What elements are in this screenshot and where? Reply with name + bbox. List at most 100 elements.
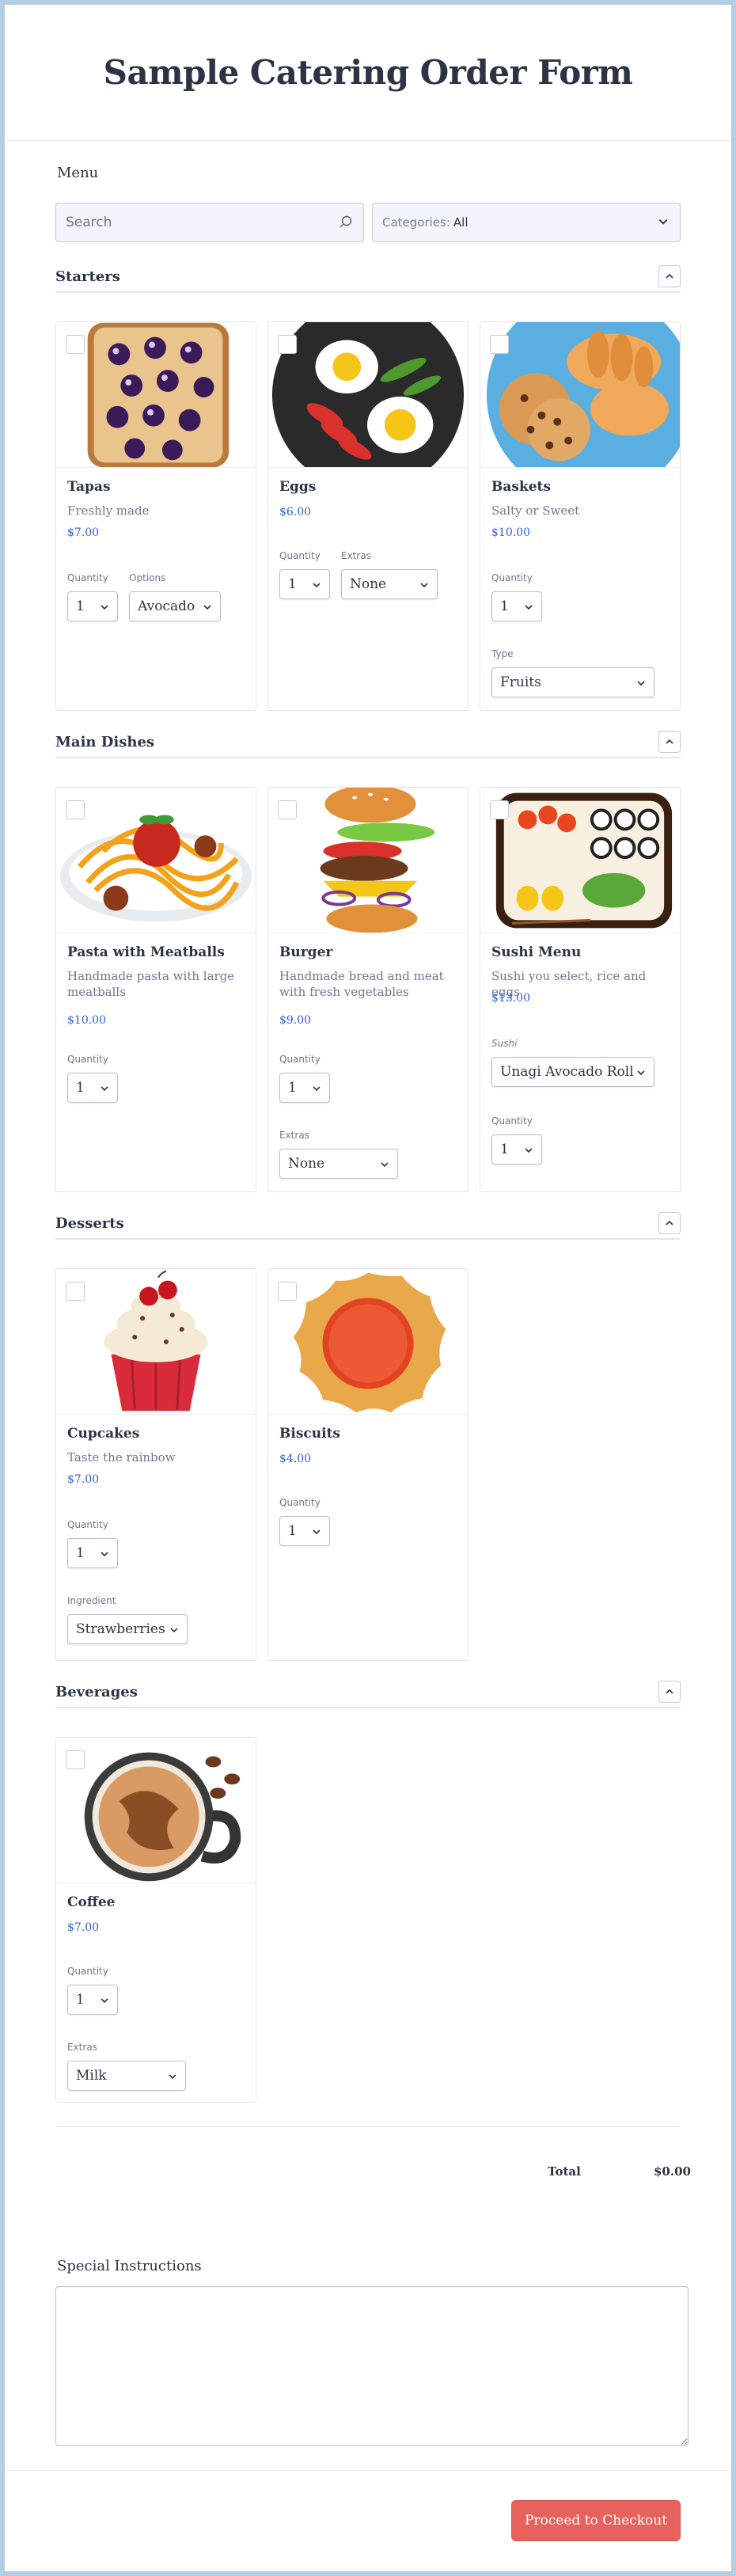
product-card-pasta[interactable]: Pasta with Meatballs Handmade pasta with… [55, 787, 256, 1192]
quantity-label: Quantity [67, 572, 108, 583]
product-price: $10.00 [491, 526, 530, 539]
sushi-image [480, 788, 680, 933]
section-desserts: Desserts [55, 1208, 681, 1240]
chevron-down-icon [380, 1160, 389, 1169]
collapse-button[interactable] [658, 731, 681, 753]
quantity-select[interactable]: 1 [67, 1073, 118, 1103]
chevron-down-icon [100, 1996, 109, 2005]
special-instructions-input[interactable] [55, 2286, 689, 2446]
search-input[interactable] [66, 215, 338, 230]
menu-label: Menu [57, 165, 99, 181]
footer-divider [5, 2470, 731, 2471]
section-starters: Starters [55, 261, 681, 293]
select-checkbox[interactable] [66, 335, 85, 354]
product-name: Biscuits [279, 1426, 340, 1442]
extras-select[interactable]: None [341, 569, 438, 599]
chevron-down-icon [524, 1146, 533, 1155]
select-checkbox[interactable] [66, 800, 85, 819]
quantity-value: 1 [76, 1992, 85, 2008]
ingredient-label: Ingredient [67, 1595, 116, 1606]
select-checkbox[interactable] [66, 1750, 85, 1769]
sushi-select[interactable]: Unagi Avocado Roll [491, 1057, 654, 1087]
extras-select[interactable]: Milk [67, 2061, 186, 2091]
proceed-to-checkout-button[interactable]: Proceed to Checkout [511, 2500, 681, 2541]
quantity-select[interactable]: 1 [67, 591, 118, 621]
product-card-coffee[interactable]: Coffee $7.00 Quantity 1 Extras Milk [55, 1737, 256, 2103]
product-price: $6.00 [279, 506, 312, 519]
type-select[interactable]: Fruits [491, 667, 654, 697]
chevron-down-icon [636, 1068, 646, 1077]
quantity-label: Quantity [491, 1115, 533, 1127]
type-value: Fruits [500, 674, 541, 690]
quantity-value: 1 [76, 1080, 85, 1096]
chevron-down-icon [100, 602, 109, 612]
product-card-baskets[interactable]: Baskets Salty or Sweet $10.00 Quantity 1… [480, 321, 681, 711]
product-name: Baskets [491, 479, 551, 495]
quantity-select[interactable]: 1 [279, 569, 330, 599]
select-checkbox[interactable] [490, 800, 509, 819]
product-price: $9.00 [279, 1014, 312, 1027]
select-checkbox[interactable] [278, 1282, 297, 1301]
quantity-select[interactable]: 1 [279, 1516, 330, 1546]
quantity-select[interactable]: 1 [491, 1134, 542, 1165]
type-label: Type [491, 648, 514, 659]
chevron-down-icon [100, 1084, 109, 1093]
select-checkbox[interactable] [490, 335, 509, 354]
select-checkbox[interactable] [278, 335, 297, 354]
tapas-image [56, 322, 256, 468]
quantity-value: 1 [76, 598, 85, 614]
product-card-burger[interactable]: Burger Handmade bread and meat with fres… [267, 787, 469, 1192]
chevron-up-icon [665, 1218, 674, 1228]
chevron-down-icon [100, 1549, 109, 1559]
options-label: Options [129, 572, 166, 583]
section-main-dishes: Main Dishes [55, 727, 681, 758]
extras-label: Extras [67, 2042, 97, 2053]
product-name: Cupcakes [67, 1426, 140, 1442]
select-checkbox[interactable] [66, 1282, 85, 1301]
section-title: Starters [55, 268, 120, 285]
form-header: Sample Catering Order Form [5, 5, 731, 141]
extras-label: Extras [341, 550, 371, 561]
quantity-label: Quantity [279, 1054, 321, 1065]
categories-dropdown[interactable]: Categories: All [372, 203, 681, 242]
pasta-image [56, 788, 256, 933]
quantity-select[interactable]: 1 [67, 1985, 118, 2015]
sushi-label: Sushi [491, 1038, 518, 1049]
search-box[interactable] [55, 203, 364, 242]
quantity-value: 1 [500, 1142, 509, 1157]
product-card-eggs[interactable]: Eggs $6.00 Quantity 1 Extras None [267, 321, 469, 711]
product-card-cupcakes[interactable]: Cupcakes Taste the rainbow $7.00 Quantit… [55, 1268, 256, 1661]
quantity-value: 1 [288, 576, 297, 592]
collapse-button[interactable] [658, 265, 681, 287]
quantity-select[interactable]: 1 [491, 591, 542, 621]
categories-label: Categories: [382, 215, 450, 230]
collapse-button[interactable] [658, 1681, 681, 1703]
product-name: Sushi Menu [491, 944, 582, 960]
chevron-down-icon [636, 678, 646, 688]
select-checkbox[interactable] [278, 800, 297, 819]
quantity-select[interactable]: 1 [279, 1073, 330, 1103]
chevron-up-icon [665, 272, 674, 281]
product-card-sushi[interactable]: Sushi Menu Sushi you select, rice and eg… [480, 787, 681, 1192]
biscuits-image [268, 1269, 468, 1415]
options-select[interactable]: Avocado [129, 591, 221, 621]
chevron-down-icon [419, 580, 429, 590]
product-description: Salty or Sweet [491, 503, 580, 518]
product-description: Handmade pasta with large meatballs [67, 969, 235, 999]
quantity-select[interactable]: 1 [67, 1538, 118, 1568]
search-icon[interactable] [338, 215, 354, 230]
coffee-image [56, 1738, 256, 1883]
product-card-biscuits[interactable]: Biscuits $4.00 Quantity 1 [267, 1268, 469, 1661]
collapse-button[interactable] [658, 1212, 681, 1234]
product-price: $4.00 [279, 1453, 312, 1465]
quantity-value: 1 [288, 1523, 297, 1539]
extras-select[interactable]: None [279, 1149, 398, 1179]
product-price: $7.00 [67, 526, 100, 539]
product-card-tapas[interactable]: Tapas Freshly made $7.00 Quantity 1 Opti… [55, 321, 256, 711]
ingredient-select[interactable]: Strawberries [67, 1614, 188, 1644]
section-title: Main Dishes [55, 733, 155, 750]
product-price: $7.00 [67, 1921, 100, 1934]
quantity-label: Quantity [279, 550, 321, 561]
special-instructions-label: Special Instructions [57, 2258, 202, 2274]
chevron-down-icon [312, 1527, 321, 1537]
